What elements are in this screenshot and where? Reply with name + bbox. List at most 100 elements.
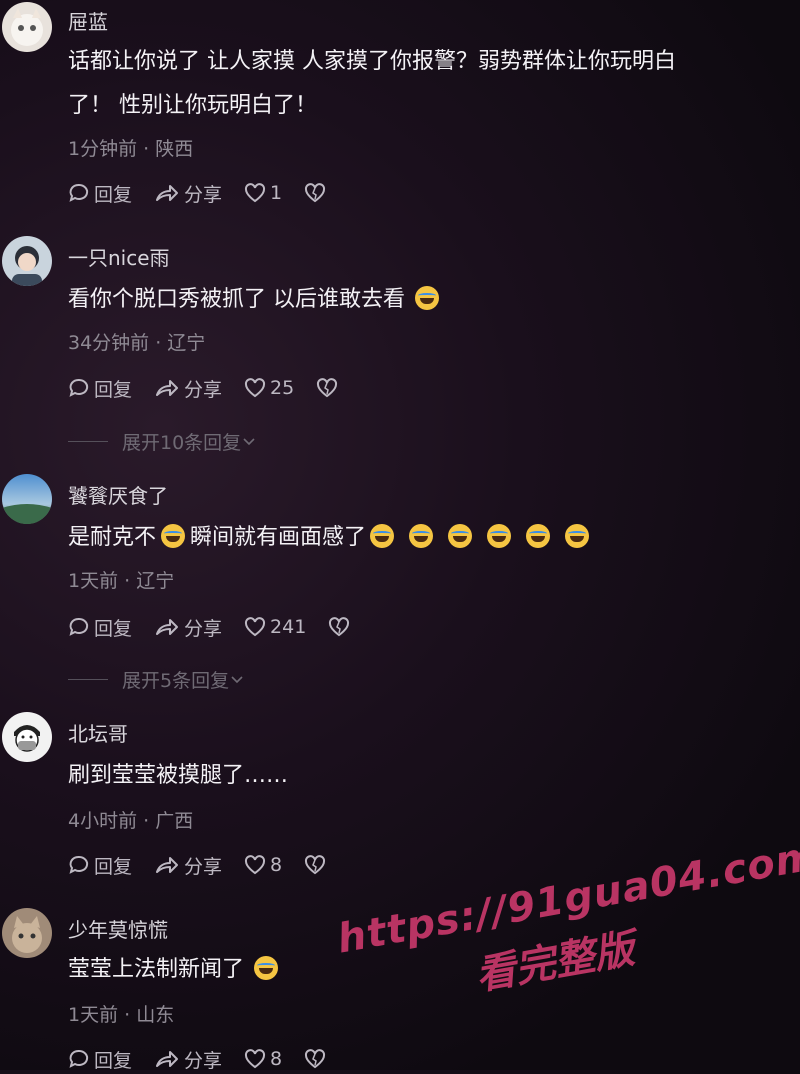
reply-icon: [69, 183, 89, 202]
reply-icon: [69, 1049, 89, 1068]
heart-icon: [245, 183, 266, 203]
share-label: 分享: [184, 617, 223, 640]
dislike-button[interactable]: [328, 616, 354, 638]
comment-meta: 4小时前 · 广西: [68, 810, 194, 832]
dislike-button[interactable]: [304, 854, 330, 876]
pleading-emoji-icon: [254, 956, 279, 980]
reply-button[interactable]: 回复: [68, 180, 132, 207]
share-button[interactable]: 分享: [154, 614, 222, 641]
share-icon: [156, 380, 179, 396]
username[interactable]: 少年莫惊慌: [68, 914, 168, 943]
share-icon: [156, 857, 179, 873]
divider: [68, 679, 108, 680]
comment-text-line: 瞬间就有画面感了: [190, 525, 367, 550]
comment-actions: 回复 分享 8: [68, 850, 352, 880]
laughing-emoji-icon: [448, 524, 473, 548]
laughing-emoji-icon: [370, 524, 395, 548]
comment-text-line: 看你个脱口秀被抓了 以后谁敢去看: [68, 287, 405, 312]
like-button[interactable]: 25: [244, 377, 294, 399]
reply-button[interactable]: 回复: [68, 1046, 132, 1073]
comment-actions: 回复 分享 1: [68, 178, 352, 208]
like-count: 1: [270, 182, 283, 204]
like-button[interactable]: 1: [244, 182, 282, 204]
share-icon: [156, 185, 179, 201]
avatar[interactable]: [2, 908, 52, 958]
like-button[interactable]: 8: [244, 1048, 282, 1070]
broken-heart-icon: [305, 183, 326, 203]
heart-icon: [245, 617, 266, 637]
reply-label: 回复: [94, 855, 133, 878]
laughing-emoji-icon: [565, 524, 590, 548]
avatar[interactable]: [2, 2, 52, 52]
laughing-emoji-icon: [526, 524, 551, 548]
heart-icon: [245, 378, 266, 398]
comment-meta: 1天前 · 山东: [68, 1004, 175, 1026]
username[interactable]: 北坛哥: [68, 718, 128, 747]
share-label: 分享: [184, 855, 223, 878]
share-icon: [156, 619, 179, 635]
share-icon: [156, 1051, 179, 1067]
comment-text-line: 莹莹上法制新闻了: [68, 957, 245, 982]
cat-avatar-icon: [11, 8, 43, 46]
reply-label: 回复: [94, 1049, 133, 1072]
avatar[interactable]: [2, 474, 52, 524]
like-button[interactable]: 8: [244, 854, 282, 876]
comment-text-line: 刷到莹莹被摸腿了……: [68, 763, 289, 788]
reply-button[interactable]: 回复: [68, 614, 132, 641]
comment-text: 看你个脱口秀被抓了 以后谁敢去看: [68, 278, 788, 322]
comment-text: 话都让你说了 让人家摸 人家摸了你报警？弱势群体让你玩明白 了！ 性别让你玩明白…: [68, 40, 788, 128]
landscape-avatar-icon: [2, 504, 52, 524]
broken-heart-icon: [329, 617, 350, 637]
expand-replies-label: 展开5条回复: [122, 670, 230, 692]
share-button[interactable]: 分享: [154, 1046, 222, 1073]
dislike-button[interactable]: [304, 1048, 330, 1070]
share-button[interactable]: 分享: [154, 180, 222, 207]
like-button[interactable]: 241: [244, 616, 306, 638]
dislike-button[interactable]: [316, 377, 342, 399]
share-button[interactable]: 分享: [154, 375, 222, 402]
like-count: 8: [270, 854, 283, 876]
avatar[interactable]: [2, 712, 52, 762]
comment-text-line: 话都让你说了 让人家摸 人家摸了你报警？弱势群体让你玩明白: [68, 49, 676, 74]
like-count: 241: [270, 616, 307, 638]
reply-label: 回复: [94, 617, 133, 640]
comment-actions: 回复 分享 25: [68, 373, 364, 403]
comment-meta: 34分钟前 · 辽宁: [68, 332, 206, 354]
expand-replies-button[interactable]: 展开10条回复: [68, 428, 257, 455]
laughing-emoji-icon: [487, 524, 512, 548]
divider: [68, 441, 108, 442]
broken-heart-icon: [305, 855, 326, 875]
reply-button[interactable]: 回复: [68, 375, 132, 402]
cat-avatar-icon: [12, 916, 42, 953]
chevron-down-icon: [231, 675, 243, 683]
username[interactable]: 饕餮厌食了: [68, 480, 168, 509]
reply-icon: [69, 378, 89, 397]
comment-actions: 回复 分享 241: [68, 612, 376, 642]
comment-text-line: 是耐克不: [68, 525, 157, 550]
comment-meta: 1分钟前 · 陕西: [68, 138, 194, 160]
reply-icon: [69, 855, 89, 874]
comment-meta: 1天前 · 辽宁: [68, 570, 175, 592]
reply-button[interactable]: 回复: [68, 852, 132, 879]
like-count: 8: [270, 1048, 283, 1070]
broken-heart-icon: [305, 1049, 326, 1069]
heart-icon: [245, 855, 266, 875]
share-button[interactable]: 分享: [154, 852, 222, 879]
username[interactable]: 屉蓝: [68, 6, 108, 35]
share-label: 分享: [184, 378, 223, 401]
avatar[interactable]: [2, 236, 52, 286]
share-label: 分享: [184, 183, 223, 206]
comment-text: 刷到莹莹被摸腿了……: [68, 754, 788, 798]
chevron-down-icon: [243, 437, 255, 445]
reply-label: 回复: [94, 378, 133, 401]
broken-heart-icon: [317, 378, 338, 398]
dislike-button[interactable]: [304, 182, 330, 204]
laughing-emoji-icon: [409, 524, 434, 548]
username[interactable]: 一只nice雨: [68, 242, 170, 271]
comment-text: 是耐克不 瞬间就有画面感了: [68, 516, 788, 560]
laughing-emoji-icon: [161, 524, 186, 548]
expand-replies-label: 展开10条回复: [122, 432, 242, 454]
expand-replies-button[interactable]: 展开5条回复: [68, 666, 245, 693]
share-label: 分享: [184, 1049, 223, 1072]
heart-icon: [245, 1049, 266, 1069]
